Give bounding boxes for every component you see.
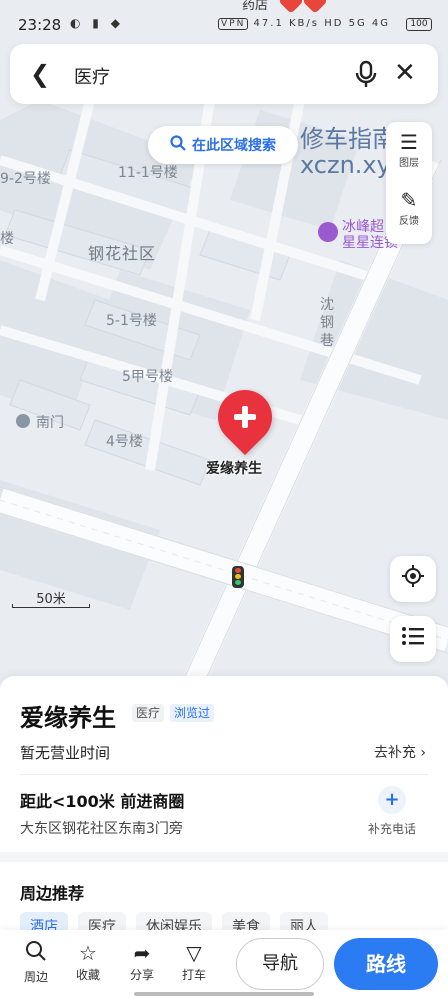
heart-icon (278, 0, 304, 14)
taxi-label: 打车 (181, 968, 206, 982)
vpn-badge: VPN (218, 18, 249, 30)
map-label-building-5a: 5甲号楼 (122, 369, 173, 385)
search-icon (16, 940, 56, 968)
close-icon[interactable]: ✕ (394, 58, 416, 88)
poi-distance: 距此<100米 前进商圈 (20, 792, 185, 811)
viewed-badge: 浏览过 (170, 704, 215, 722)
poi-name-label[interactable]: 爱缘养生 (206, 458, 262, 478)
gate-poi-icon (16, 414, 30, 428)
search-icon (170, 135, 186, 155)
nearby-button[interactable]: 周边 (16, 940, 56, 985)
home-indicator (134, 992, 314, 996)
feedback-label: 反馈 (399, 216, 419, 227)
list-icon (401, 624, 425, 654)
search-query[interactable]: 医疗 (74, 63, 110, 89)
share-button[interactable]: ➦ 分享 (122, 940, 162, 983)
nearby-label: 周边 (23, 970, 48, 984)
status-top-cut-text: 药店 (242, 0, 269, 13)
plus-icon: + (378, 786, 406, 814)
route-button[interactable]: 路线 (334, 938, 438, 990)
chevron-right-icon: › (420, 745, 426, 761)
locate-icon (401, 564, 425, 594)
map-label-south-gate: 南门 (36, 415, 64, 431)
status-indicators: VPN 47.1 KB/s HD 5G 4G (218, 18, 390, 30)
favorite-button[interactable]: ☆ 收藏 (68, 940, 108, 983)
feedback-button[interactable]: ✎ 反馈 (386, 188, 432, 227)
nearby-title: 周边推荐 (20, 884, 85, 903)
navigate-button[interactable]: 导航 (236, 938, 324, 990)
layers-icon: ☰ (400, 130, 418, 154)
map-label-community: 钢花社区 (88, 244, 157, 263)
add-phone-label: 补充电话 (367, 822, 416, 836)
business-hours: 暂无营业时间 (20, 744, 111, 762)
star-icon: ☆ (79, 941, 97, 965)
shop-poi-icon[interactable] (318, 222, 338, 242)
area-search-button[interactable]: 在此区域搜索 (148, 126, 298, 164)
list-button[interactable] (390, 616, 436, 662)
bottom-action-bar: 周边 ☆ 收藏 ➦ 分享 ▽ 打车 导航 路线 (0, 930, 448, 1000)
pencil-icon: ✎ (400, 188, 418, 212)
map-label-street: 沈钢巷 (320, 297, 334, 349)
poi-address: 大东区钢花社区东南3门旁 (20, 821, 183, 837)
back-arrow-icon[interactable]: ❮ (30, 60, 50, 88)
layer-label: 图层 (399, 158, 419, 169)
share-label: 分享 (129, 968, 154, 982)
area-search-label: 在此区域搜索 (192, 138, 276, 154)
taxi-button[interactable]: ▽ 打车 (174, 940, 214, 983)
supplement-label: 去补充 (373, 745, 416, 761)
signal-indicator: HD 5G 4G (324, 18, 390, 29)
net-speed: 47.1 KB/s (253, 18, 319, 29)
status-time: 23:28 (18, 16, 62, 34)
map-scale: 50米 (12, 588, 90, 608)
map-side-tools: ☰ 图层 ✎ 反馈 (386, 122, 432, 244)
map-label-building-4: 4号楼 (106, 434, 143, 450)
poi-title: 爱缘养生 (20, 704, 116, 732)
supplement-hours-link[interactable]: 去补充 › (374, 742, 426, 762)
map-label-building-9-2: 9-2号楼 (0, 171, 51, 187)
microphone-icon[interactable] (352, 60, 380, 88)
share-icon: ➦ (133, 941, 151, 965)
traffic-light-icon (232, 566, 244, 588)
divider (20, 774, 428, 775)
status-bar: 23:28 ◐ ▮ ◆ 药店 VPN 47.1 KB/s HD 5G 4G 10… (0, 0, 448, 44)
category-badge: 医疗 (132, 704, 165, 722)
search-bar: ❮ 医疗 ✕ (10, 44, 438, 104)
add-phone-button[interactable]: + 补充电话 (362, 786, 422, 837)
layer-button[interactable]: ☰ 图层 (386, 130, 432, 169)
map-label-building-11-1: 11-1号楼 (118, 165, 178, 181)
map-label-building: 楼 (0, 231, 14, 247)
taxi-icon: ▽ (186, 941, 202, 965)
locate-button[interactable] (390, 556, 436, 602)
battery-icon: 100 (406, 18, 432, 31)
map-label-building-5-1: 5-1号楼 (106, 313, 157, 329)
notification-icons: ◐ ▮ ◆ (70, 16, 124, 30)
heart-icon (302, 0, 328, 14)
section-separator (0, 852, 448, 862)
favorite-label: 收藏 (75, 968, 100, 982)
